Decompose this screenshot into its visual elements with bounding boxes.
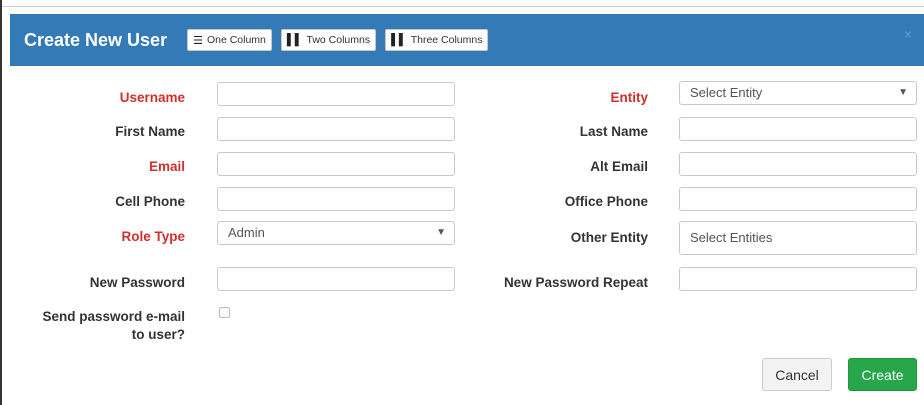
three-columns-label: Three Columns xyxy=(410,34,483,46)
close-icon[interactable]: × xyxy=(904,26,912,42)
three-columns-button[interactable]: ▌▌ Three Columns xyxy=(385,29,489,51)
email-input[interactable] xyxy=(217,152,455,176)
list-icon: ☰ xyxy=(193,34,203,47)
send-email-label-line2: to user? xyxy=(131,327,185,342)
modal-header: Create New User ☰ One Column ▌▌ Two Colu… xyxy=(10,14,924,66)
one-column-button[interactable]: ☰ One Column xyxy=(187,29,272,51)
entity-value: Select Entity xyxy=(690,85,763,100)
new-password-input[interactable] xyxy=(217,267,455,291)
one-column-label: One Column xyxy=(206,34,266,46)
new-password-repeat-label: New Password Repeat xyxy=(503,275,648,290)
modal-title: Create New User xyxy=(24,29,168,50)
other-entity-input[interactable]: Select Entities xyxy=(679,221,917,255)
modal-body: Username First Name Email Cell Phone Rol… xyxy=(10,66,924,405)
entity-select[interactable]: Select Entity ▼ xyxy=(679,81,917,105)
three-columns-icon: ▌▌ xyxy=(391,34,407,46)
role-type-select[interactable]: Admin ▼ xyxy=(217,221,455,245)
two-columns-icon: ▌▌ xyxy=(286,34,303,46)
create-button[interactable]: Create xyxy=(848,358,917,391)
username-label: Username xyxy=(119,90,185,105)
last-name-label: Last Name xyxy=(579,124,648,139)
send-email-label-line1: Send password e-mail xyxy=(42,309,185,324)
page: Create New User ☰ One Column ▌▌ Two Colu… xyxy=(0,0,924,405)
two-columns-label: Two Columns xyxy=(306,34,371,46)
office-phone-input[interactable] xyxy=(679,187,917,211)
send-email-checkbox[interactable] xyxy=(219,307,230,318)
two-columns-button[interactable]: ▌▌ Two Columns xyxy=(280,29,377,51)
username-input[interactable] xyxy=(217,82,455,106)
other-entity-placeholder: Select Entities xyxy=(690,230,773,245)
cancel-button[interactable]: Cancel xyxy=(762,358,832,391)
background-page-strip xyxy=(2,0,924,7)
email-label: Email xyxy=(148,159,185,174)
other-entity-label: Other Entity xyxy=(570,230,648,245)
alt-email-input[interactable] xyxy=(679,152,917,176)
cell-phone-input[interactable] xyxy=(217,187,455,211)
dropdown-arrow-icon: ▼ xyxy=(898,87,908,98)
cell-phone-label: Cell Phone xyxy=(115,194,185,209)
first-name-label: First Name xyxy=(115,124,185,139)
alt-email-label: Alt Email xyxy=(590,159,648,174)
last-name-input[interactable] xyxy=(679,117,917,141)
office-phone-label: Office Phone xyxy=(564,194,648,209)
new-password-label: New Password xyxy=(89,275,185,290)
first-name-input[interactable] xyxy=(217,117,455,141)
entity-label: Entity xyxy=(610,90,648,105)
role-type-value: Admin xyxy=(228,225,265,240)
dropdown-arrow-icon: ▼ xyxy=(436,227,446,238)
new-password-repeat-input[interactable] xyxy=(679,267,917,291)
role-type-label: Role Type xyxy=(121,229,185,244)
